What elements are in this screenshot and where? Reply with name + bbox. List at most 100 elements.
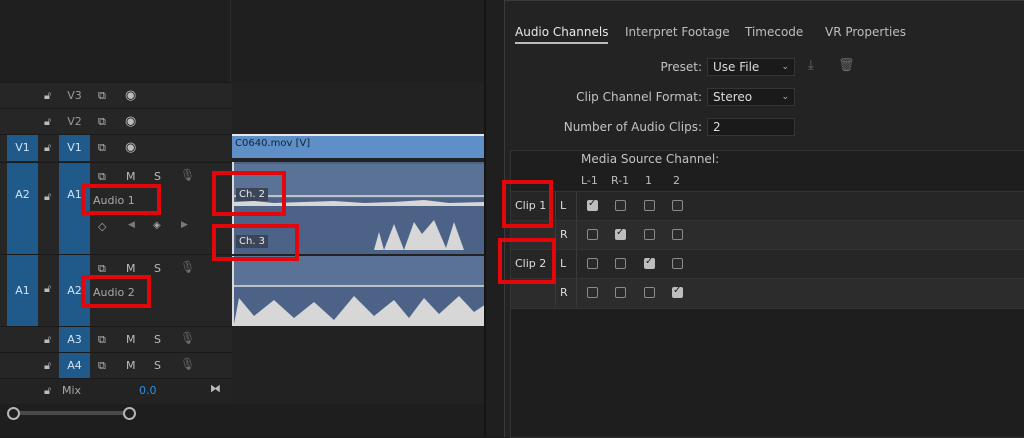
track-row-v3: 🔓︎ V3 ⧉ ◉: [0, 82, 232, 109]
channel-checkbox[interactable]: [644, 287, 655, 298]
channel-checkbox[interactable]: [615, 258, 626, 269]
num-audio-clips-label: Number of Audio Clips:: [563, 120, 702, 134]
lock-icon[interactable]: 🔓︎: [44, 282, 51, 296]
source-patch-a2[interactable]: A2: [7, 163, 38, 255]
lock-icon[interactable]: 🔓︎: [44, 384, 51, 398]
channel-r: R: [560, 228, 568, 241]
lock-icon[interactable]: 🔓︎: [44, 141, 51, 155]
tab-vr-properties[interactable]: VR Properties: [825, 25, 906, 39]
zoom-bar-area: [0, 404, 484, 436]
channel-checkbox[interactable]: [644, 229, 655, 240]
sync-lock-icon[interactable]: ⧉: [98, 359, 106, 373]
divider: [576, 191, 577, 307]
channel-checkbox[interactable]: [615, 287, 626, 298]
mute-button[interactable]: M: [126, 262, 136, 275]
solo-button[interactable]: S: [154, 333, 161, 346]
lock-icon[interactable]: 🔓︎: [44, 89, 51, 103]
channel-checkbox[interactable]: [615, 200, 626, 211]
audio-clip-a2[interactable]: [232, 256, 484, 326]
solo-button[interactable]: S: [154, 262, 161, 275]
next-keyframe-icon[interactable]: ▶: [181, 220, 188, 230]
lock-icon[interactable]: 🔓︎: [44, 359, 51, 373]
video-clip[interactable]: C0640.mov [V]: [232, 134, 484, 158]
mute-button[interactable]: M: [126, 359, 136, 372]
keyframe-icon[interactable]: ◈: [153, 220, 161, 231]
tab-audio-channels[interactable]: Audio Channels: [515, 25, 609, 44]
highlight-clip-1: [502, 180, 553, 228]
eye-icon[interactable]: ◉: [125, 88, 136, 103]
channel-checkbox[interactable]: [672, 285, 683, 298]
sync-lock-icon[interactable]: ⧉: [98, 115, 106, 129]
highlight-audio-1: [81, 184, 161, 215]
channel-checkbox[interactable]: [672, 200, 683, 211]
mix-value[interactable]: 0.0: [139, 384, 157, 397]
source-patch-a1[interactable]: A1: [7, 255, 38, 327]
mute-button[interactable]: M: [126, 170, 136, 183]
preset-select[interactable]: Use File ⌄: [707, 58, 795, 76]
track-row-a3: 🔓︎ A3 ⧉ M S 🎙︎: [0, 326, 232, 353]
sync-lock-icon[interactable]: ⧉: [98, 333, 106, 347]
zoom-handle-right[interactable]: [123, 407, 136, 420]
microphone-icon[interactable]: 🎙︎: [180, 260, 195, 274]
highlight-ch2: [212, 171, 286, 216]
video-clip-name: C0640.mov [V]: [235, 138, 311, 149]
sync-lock-icon[interactable]: ⧉: [98, 89, 106, 103]
channel-checkbox[interactable]: [587, 229, 598, 240]
trash-icon[interactable]: 🗑︎: [838, 58, 855, 73]
waveform: [234, 256, 484, 326]
playhead-divider: [230, 0, 231, 82]
eye-icon[interactable]: ◉: [125, 140, 136, 155]
channel-checkbox[interactable]: [587, 287, 598, 298]
zoom-scrollbar[interactable]: [10, 411, 130, 415]
channel-checkbox[interactable]: [587, 258, 598, 269]
clip-channel-format-select[interactable]: Stereo ⌄: [707, 88, 795, 106]
microphone-icon[interactable]: 🎙︎: [180, 168, 195, 182]
eye-icon[interactable]: ◉: [125, 114, 136, 129]
prev-keyframe-icon[interactable]: ◀: [128, 220, 135, 230]
channel-checkbox[interactable]: [672, 229, 683, 240]
solo-button[interactable]: S: [154, 170, 161, 183]
microphone-icon[interactable]: 🎙︎: [180, 331, 195, 345]
track-target-v1[interactable]: V1: [59, 135, 90, 161]
highlight-clip-2: [498, 238, 556, 284]
track-target-a3[interactable]: A3: [59, 327, 90, 353]
track-row-v2: 🔓︎ V2 ⧉ ◉: [0, 108, 232, 135]
tab-interpret-footage[interactable]: Interpret Footage: [625, 25, 730, 39]
lock-icon[interactable]: 🔓︎: [44, 115, 51, 129]
microphone-icon[interactable]: 🎙︎: [180, 357, 195, 371]
clip-channel-format-value: Stereo: [713, 90, 753, 104]
sync-lock-icon[interactable]: ⧉: [98, 141, 106, 155]
channel-checkbox[interactable]: [644, 256, 655, 269]
column-r-1: R-1: [611, 174, 630, 187]
highlight-ch3: [212, 224, 299, 261]
column-2: 2: [673, 174, 680, 187]
keyframe-add-icon[interactable]: ◇: [98, 220, 106, 233]
mute-button[interactable]: M: [126, 333, 136, 346]
media-source-channel-header: Media Source Channel:: [581, 152, 720, 166]
channel-checkbox[interactable]: [587, 198, 598, 211]
sync-lock-icon[interactable]: ⧉: [98, 170, 106, 184]
track-target-v3[interactable]: V3: [59, 83, 90, 109]
channel-checkbox[interactable]: [644, 200, 655, 211]
solo-button[interactable]: S: [154, 359, 161, 372]
sync-lock-icon[interactable]: ⧉: [98, 262, 106, 276]
num-audio-clips-input[interactable]: 2: [707, 118, 795, 136]
track-target-v2[interactable]: V2: [59, 109, 90, 135]
track-row-a4: 🔓︎ A4 ⧉ M S 🎙︎: [0, 352, 232, 379]
chevron-down-icon: ⌄: [781, 62, 789, 72]
lock-icon[interactable]: 🔓︎: [44, 190, 51, 204]
timeline-header-area: [0, 0, 484, 82]
tab-timecode[interactable]: Timecode: [745, 25, 803, 39]
track-target-a4[interactable]: A4: [59, 353, 90, 379]
zoom-handle-left[interactable]: [7, 407, 20, 420]
track-row-v1: V1 🔓︎ V1 ⧉ ◉: [0, 134, 232, 161]
channel-checkbox[interactable]: [615, 227, 626, 240]
mix-end-icon[interactable]: ⧓: [210, 382, 221, 395]
preset-label: Preset:: [660, 60, 702, 74]
lock-icon[interactable]: 🔓︎: [44, 333, 51, 347]
chevron-down-icon: ⌄: [781, 92, 789, 102]
highlight-audio-2: [81, 275, 151, 308]
source-patch-v1[interactable]: V1: [7, 135, 38, 161]
save-preset-icon[interactable]: ⤓: [808, 58, 814, 73]
channel-checkbox[interactable]: [672, 258, 683, 269]
